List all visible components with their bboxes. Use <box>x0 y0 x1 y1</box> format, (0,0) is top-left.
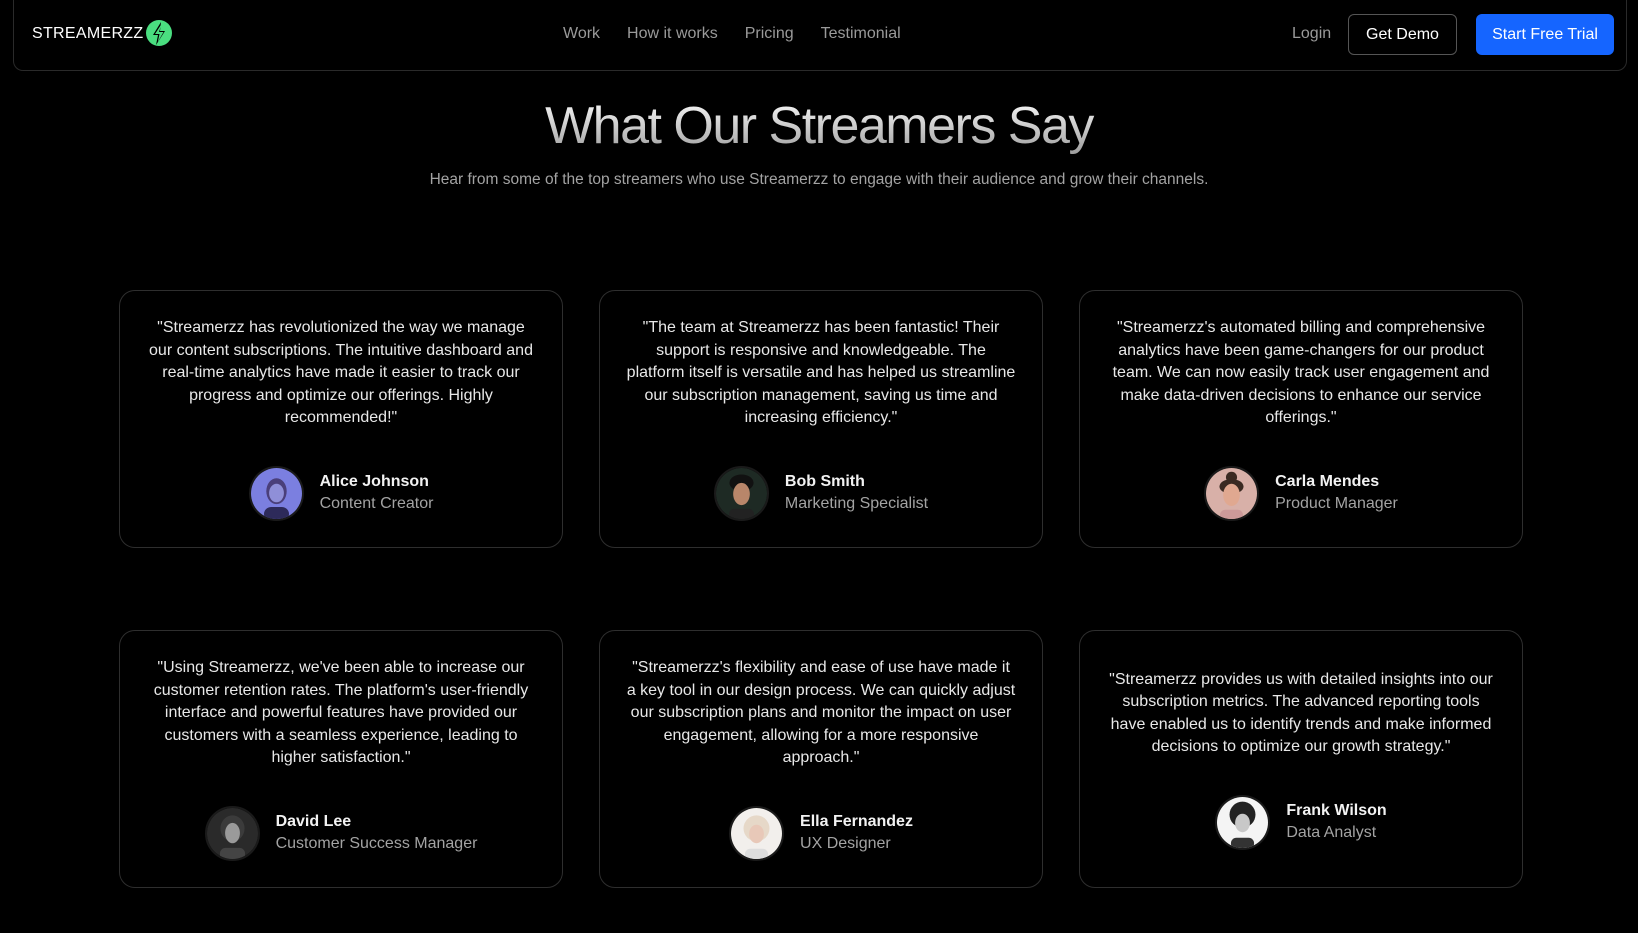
author-role: Product Manager <box>1275 495 1398 513</box>
testimonial-quote: "Streamerzz has revolutionized the way w… <box>149 319 533 427</box>
navbar: STREAMERZZ Work How it works Pricing Tes… <box>13 0 1627 71</box>
testimonial-card: "The team at Streamerzz has been fantast… <box>599 290 1043 548</box>
testimonial-card: "Streamerzz has revolutionized the way w… <box>119 290 563 548</box>
testimonial-quote: "Using Streamerzz, we've been able to in… <box>153 659 529 767</box>
logo-text: STREAMERZZ <box>32 25 144 42</box>
avatar <box>729 805 785 861</box>
main-nav: Work How it works Pricing Testimonial <box>563 25 901 43</box>
testimonial-card: "Using Streamerzz, we've been able to in… <box>119 630 563 888</box>
testimonial-author: Carla Mendes Product Manager <box>1204 465 1398 521</box>
testimonial-author: Ella Fernandez UX Designer <box>729 805 913 861</box>
testimonial-author: Frank Wilson Data Analyst <box>1215 794 1387 850</box>
avatar <box>713 465 769 521</box>
lightning-logo-icon <box>146 20 173 46</box>
nav-link-work[interactable]: Work <box>563 25 600 43</box>
testimonial-author: David Lee Customer Success Manager <box>204 805 478 861</box>
section-subtitle: Hear from some of the top streamers who … <box>429 171 1209 188</box>
login-link[interactable]: Login <box>1292 25 1331 43</box>
testimonial-card: "Streamerzz's flexibility and ease of us… <box>599 630 1043 888</box>
nav-link-testimonial[interactable]: Testimonial <box>821 25 901 43</box>
section-title: What Our Streamers Say <box>0 96 1638 156</box>
author-name: David Lee <box>275 813 352 831</box>
nav-link-how-it-works[interactable]: How it works <box>627 25 718 43</box>
testimonial-card: "Streamerzz's automated billing and comp… <box>1079 290 1523 548</box>
testimonial-author: Bob Smith Marketing Specialist <box>713 465 929 521</box>
author-role: Content Creator <box>319 495 434 513</box>
get-demo-button[interactable]: Get Demo <box>1348 14 1457 55</box>
start-free-trial-button[interactable]: Start Free Trial <box>1476 14 1614 55</box>
avatar <box>1215 794 1271 850</box>
testimonial-card: "Streamerzz provides us with detailed in… <box>1079 630 1523 888</box>
author-name: Frank Wilson <box>1286 802 1387 819</box>
author-role: Data Analyst <box>1286 824 1377 841</box>
testimonial-quote: "Streamerzz provides us with detailed in… <box>1109 670 1493 756</box>
author-role: Customer Success Manager <box>275 835 478 853</box>
author-name: Bob Smith <box>784 473 865 491</box>
nav-link-pricing[interactable]: Pricing <box>745 25 794 43</box>
author-name: Ella Fernandez <box>800 813 913 831</box>
author-name: Carla Mendes <box>1275 473 1380 491</box>
author-role: Marketing Specialist <box>784 495 929 513</box>
author-role: UX Designer <box>800 835 891 853</box>
avatar <box>204 805 260 861</box>
testimonial-author: Alice Johnson Content Creator <box>248 465 434 521</box>
author-name: Alice Johnson <box>319 473 429 491</box>
avatar <box>1204 465 1260 521</box>
testimonial-quote: "Streamerzz's flexibility and ease of us… <box>626 659 1016 767</box>
testimonial-quote: "Streamerzz's automated billing and comp… <box>1112 319 1490 427</box>
avatar <box>248 465 304 521</box>
testimonial-quote: "The team at Streamerzz has been fantast… <box>626 319 1016 427</box>
logo[interactable]: STREAMERZZ <box>32 20 174 48</box>
